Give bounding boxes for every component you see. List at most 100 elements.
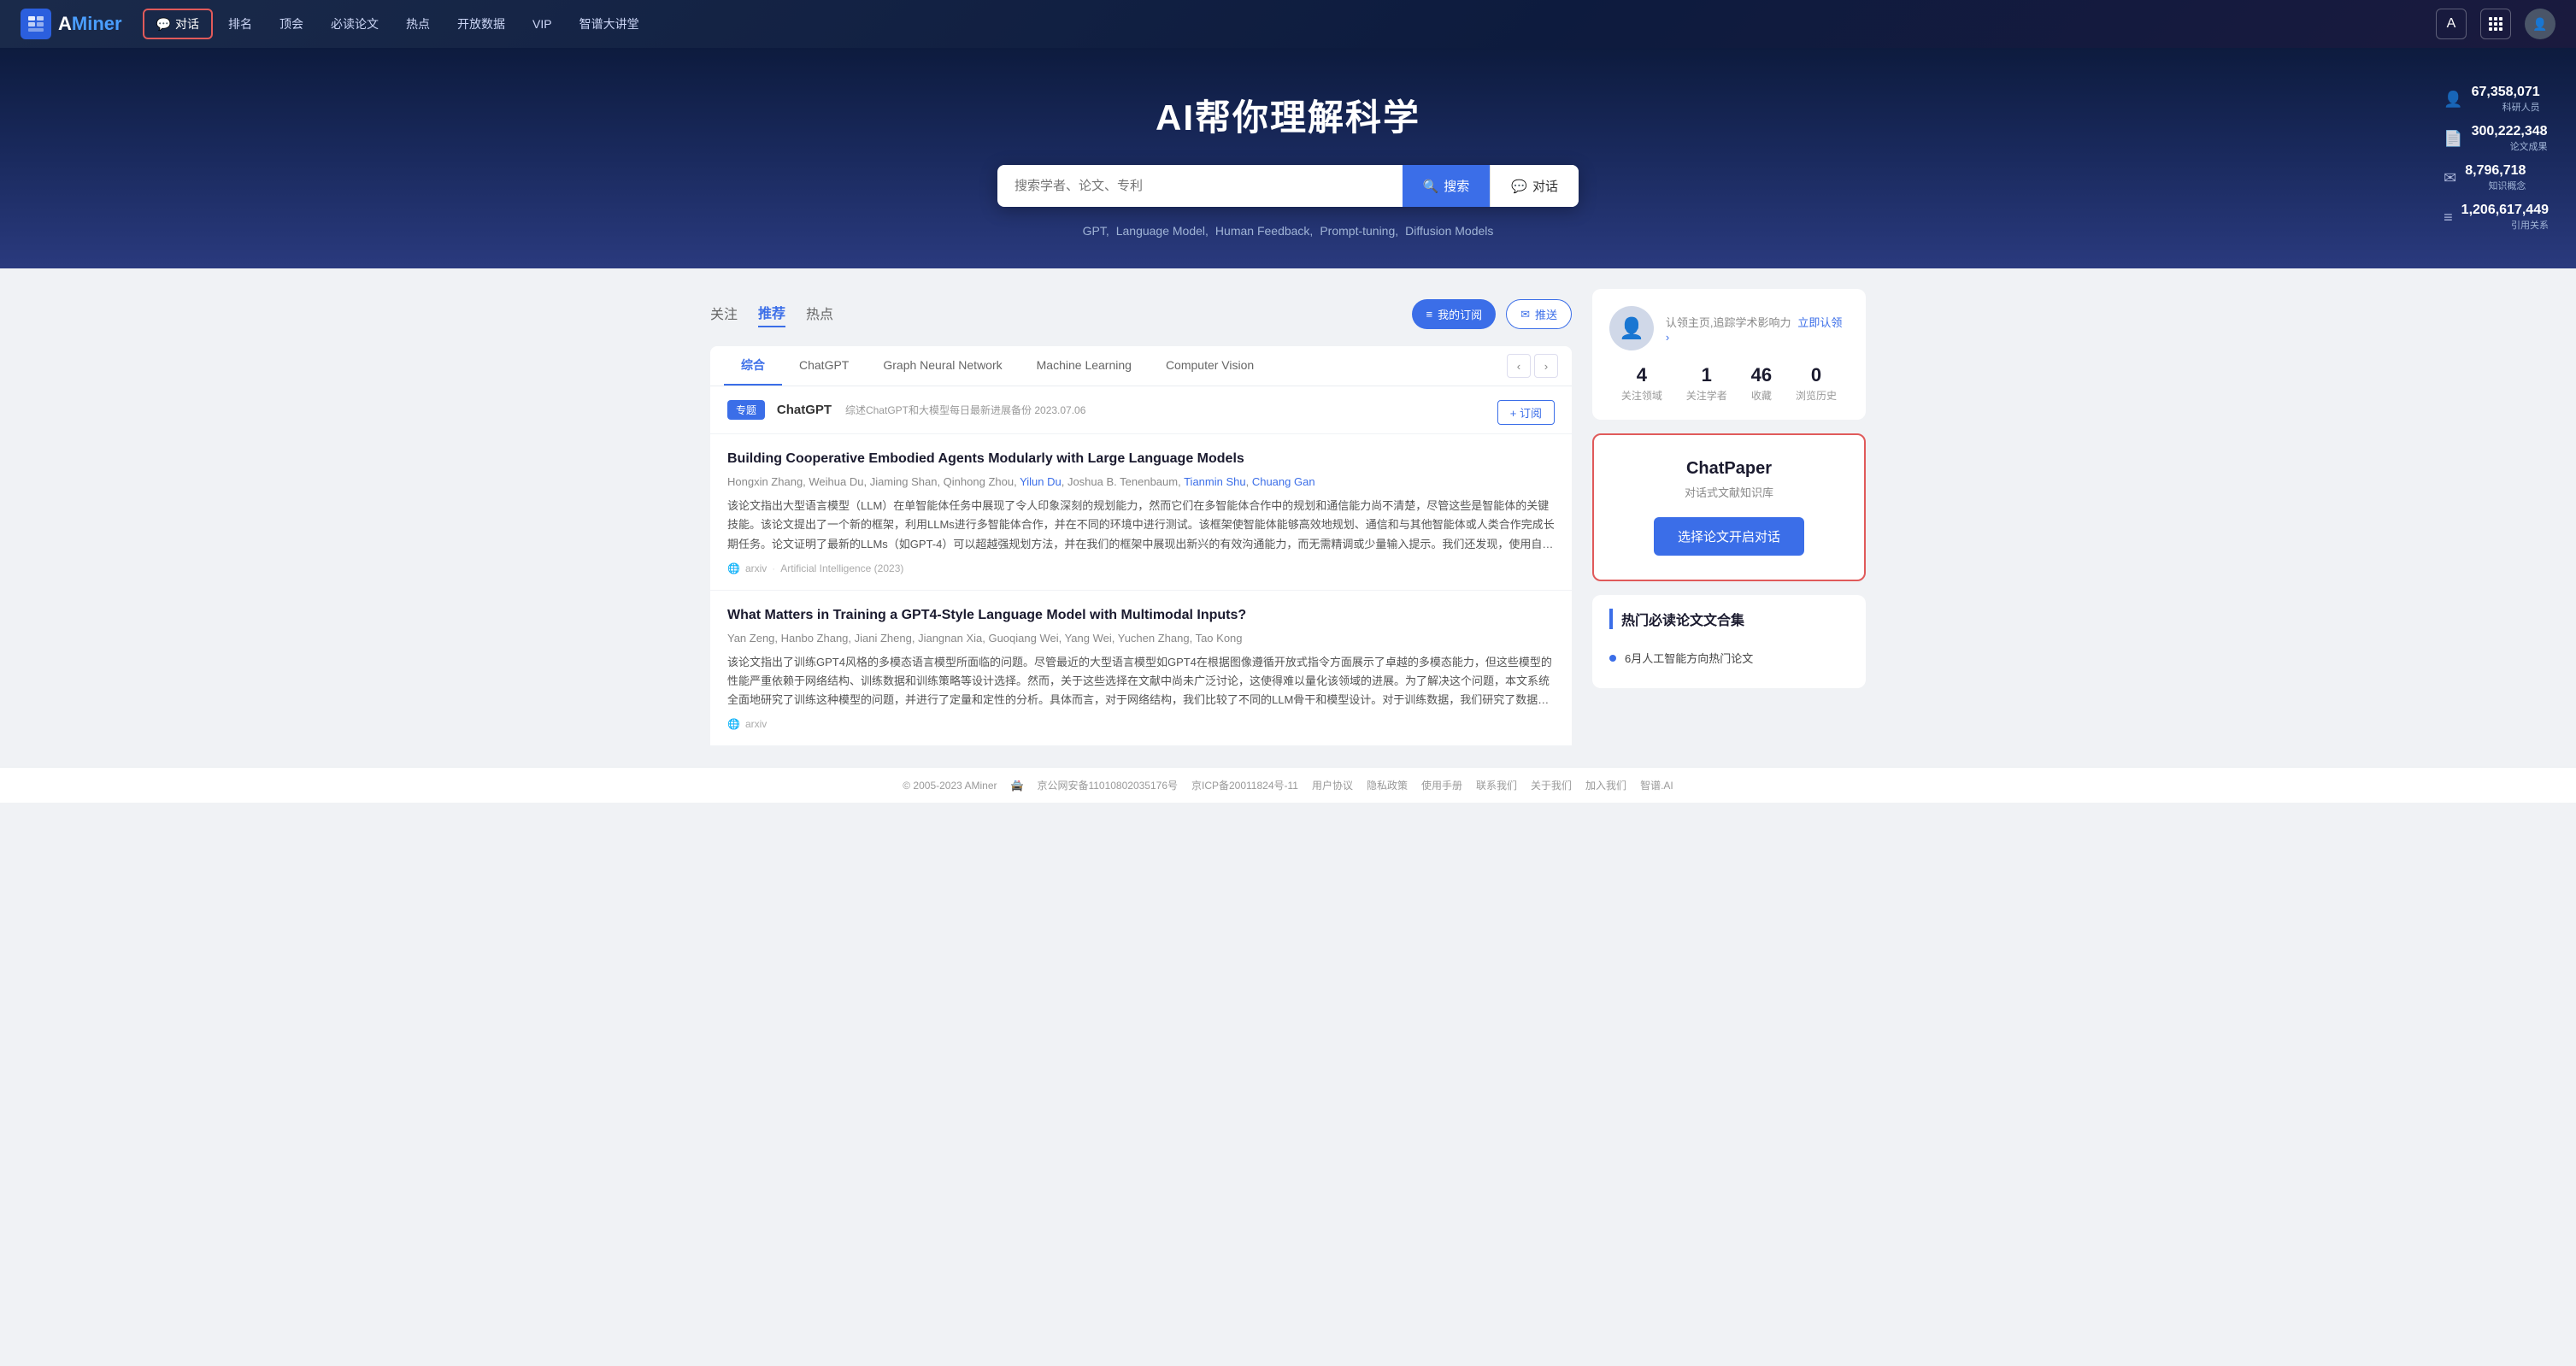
footer-manual[interactable]: 使用手册 <box>1421 778 1462 792</box>
footer-icp2[interactable]: 京ICP备20011824号-11 <box>1191 778 1298 792</box>
search-button[interactable]: 🔍 搜索 <box>1403 165 1491 207</box>
topic-title: ChatGPT <box>777 403 832 417</box>
hot-dot <box>1609 655 1616 662</box>
chatpaper-card: ChatPaper 对话式文献知识库 选择论文开启对话 <box>1592 433 1866 581</box>
user-avatar[interactable]: 👤 <box>2525 9 2555 39</box>
hot-papers-title: 热门必读论文文合集 <box>1609 609 1849 629</box>
stat-researchers: 👤 67,358,071 科研人员 <box>2444 85 2549 114</box>
tag-diffusion[interactable]: Diffusion Models <box>1405 224 1493 238</box>
cat-prev-button[interactable]: ‹ <box>1507 354 1531 378</box>
right-sidebar: 👤 认领主页,追踪学术影响力 立即认领 › 4 关注领域 1 关注学者 46 <box>1592 289 1866 746</box>
nav-item-zhipu[interactable]: 智谱大讲堂 <box>568 10 651 38</box>
feed-actions: ≡ 我的订阅 ✉ 推送 <box>1412 299 1572 329</box>
footer-zhipu[interactable]: 智谱.AI <box>1640 778 1673 792</box>
grid-icon <box>2489 17 2502 31</box>
avatar-placeholder-icon: 👤 <box>1619 316 1644 341</box>
researchers-icon: 👤 <box>2444 91 2462 109</box>
main-container: 关注 推荐 热点 ≡ 我的订阅 ✉ 推送 综合 ChatGPT Graph Ne… <box>690 268 1886 767</box>
footer: © 2005-2023 AMiner 🚔 京公网安备11010802035176… <box>0 767 2576 803</box>
concepts-icon: ✉ <box>2444 169 2456 187</box>
cat-tab-cv[interactable]: Computer Vision <box>1149 348 1271 384</box>
paper-abstract: 该论文指出大型语言模型（LLM）在单智能体任务中展现了令人印象深刻的规划能力，然… <box>727 497 1555 553</box>
nav-item-vip[interactable]: VIP <box>520 12 564 36</box>
globe-icon: 🌐 <box>727 718 740 730</box>
hero-tags: GPT, Language Model, Human Feedback, Pro… <box>17 224 2559 238</box>
paper-authors: Hongxin Zhang, Weihua Du, Jiaming Shan, … <box>727 475 1555 488</box>
tag-gpt[interactable]: GPT, <box>1083 224 1109 238</box>
translate-button[interactable]: A <box>2436 9 2467 39</box>
citations-icon: ≡ <box>2444 209 2453 227</box>
chat-nav-icon: 💬 <box>156 17 171 32</box>
footer-contact[interactable]: 联系我们 <box>1476 778 1517 792</box>
footer-user-agreement[interactable]: 用户协议 <box>1312 778 1353 792</box>
my-subscription-button[interactable]: ≡ 我的订阅 <box>1412 299 1496 329</box>
subscribe-topic-button[interactable]: + 订阅 <box>1497 400 1555 425</box>
profile-stats: 4 关注领域 1 关注学者 46 收藏 0 浏览历史 <box>1609 364 1849 403</box>
paper-item: What Matters in Training a GPT4-Style La… <box>710 591 1572 747</box>
push-icon: ✉ <box>1520 308 1530 321</box>
nav-item-chat[interactable]: 💬 对话 <box>143 9 213 39</box>
push-button[interactable]: ✉ 推送 <box>1506 299 1572 329</box>
tab-follow[interactable]: 关注 <box>710 303 738 327</box>
footer-privacy[interactable]: 隐私政策 <box>1367 778 1408 792</box>
header-right: A 👤 <box>2436 9 2555 39</box>
paper-meta: 🌐 arxiv · Artificial Intelligence (2023) <box>727 562 1555 574</box>
logo-icon <box>21 9 51 39</box>
stat-papers: 📄 300,222,348 论文成果 <box>2444 124 2549 153</box>
chat-search-button[interactable]: 💬 对话 <box>1490 165 1579 207</box>
globe-icon: 🌐 <box>727 562 740 574</box>
stat-follow-areas: 4 关注领域 <box>1621 364 1662 403</box>
cat-tab-gnn[interactable]: Graph Neural Network <box>866 348 1019 384</box>
stat-history: 0 浏览历史 <box>1796 364 1837 403</box>
footer-icp1[interactable]: 京公网安备11010802035176号 <box>1037 778 1178 792</box>
paper-abstract: 该论文指出了训练GPT4风格的多模态语言模型所面临的问题。尽管最近的大型语言模型… <box>727 653 1555 709</box>
tab-hot[interactable]: 热点 <box>806 303 833 327</box>
tag-language-model[interactable]: Language Model, <box>1116 224 1209 238</box>
nav-item-hot[interactable]: 热点 <box>394 10 442 38</box>
topic-section: + 订阅 专题 ChatGPT 综述ChatGPT和大模型每日最新进展备份 20… <box>710 386 1572 434</box>
search-bar: 🔍 搜索 💬 对话 <box>997 165 1579 207</box>
logo[interactable]: AMiner <box>21 9 122 39</box>
nav-item-open-data[interactable]: 开放数据 <box>445 10 517 38</box>
author-highlight-2[interactable]: Tianmin Shu <box>1184 475 1246 488</box>
papers-icon: 📄 <box>2444 130 2462 148</box>
hero-section: AI帮你理解科学 🔍 搜索 💬 对话 GPT, Language Model, … <box>0 48 2576 268</box>
paper-meta: 🌐 arxiv <box>727 718 1555 730</box>
avatar-icon: 👤 <box>2532 17 2547 32</box>
stat-follow-scholars: 1 关注学者 <box>1686 364 1727 403</box>
author-highlight-3[interactable]: Chuang Gan <box>1252 475 1315 488</box>
grid-menu-button[interactable] <box>2480 9 2511 39</box>
nav-item-must-read[interactable]: 必读论文 <box>319 10 391 38</box>
author-highlight-1[interactable]: Yilun Du <box>1020 475 1062 488</box>
chatpaper-open-button[interactable]: 选择论文开启对话 <box>1654 517 1804 556</box>
category-nav: ‹ › <box>1507 354 1558 378</box>
cat-tab-chatgpt[interactable]: ChatGPT <box>782 348 866 384</box>
stat-favorites: 46 收藏 <box>1751 364 1772 403</box>
hot-item[interactable]: 6月人工智能方向热门论文 <box>1609 641 1849 674</box>
paper-link[interactable]: What Matters in Training a GPT4-Style La… <box>727 608 1246 622</box>
stat-concepts: ✉ 8,796,718 知识概念 <box>2444 163 2549 192</box>
nav-item-conference[interactable]: 顶会 <box>268 10 315 38</box>
logo-text: AMiner <box>58 13 122 35</box>
profile-claim-area: 认领主页,追踪学术影响力 立即认领 › <box>1666 314 1849 344</box>
profile-card: 👤 认领主页,追踪学术影响力 立即认领 › 4 关注领域 1 关注学者 46 <box>1592 289 1866 420</box>
search-input[interactable] <box>997 167 1403 205</box>
paper-item: Building Cooperative Embodied Agents Mod… <box>710 434 1572 591</box>
profile-top: 👤 认领主页,追踪学术影响力 立即认领 › <box>1609 306 1849 350</box>
subscription-icon: ≡ <box>1426 308 1432 321</box>
cat-next-button[interactable]: › <box>1534 354 1558 378</box>
paper-authors: Yan Zeng, Hanbo Zhang, Jiani Zheng, Jian… <box>727 632 1555 645</box>
hot-papers-section: 热门必读论文文合集 6月人工智能方向热门论文 <box>1592 595 1866 688</box>
stats-panel: 👤 67,358,071 科研人员 📄 300,222,348 论文成果 ✉ 8… <box>2444 85 2549 232</box>
nav-item-rank[interactable]: 排名 <box>216 10 264 38</box>
cat-tab-ml[interactable]: Machine Learning <box>1020 348 1149 384</box>
tag-human-feedback[interactable]: Human Feedback, <box>1215 224 1313 238</box>
cat-tab-all[interactable]: 综合 <box>724 346 782 386</box>
footer-about[interactable]: 关于我们 <box>1531 778 1572 792</box>
paper-link[interactable]: Building Cooperative Embodied Agents Mod… <box>727 451 1244 466</box>
tab-recommend[interactable]: 推荐 <box>758 302 785 327</box>
header: AMiner 💬 对话 排名 顶会 必读论文 热点 开放数据 VIP 智谱大讲堂… <box>0 0 2576 48</box>
footer-join[interactable]: 加入我们 <box>1585 778 1626 792</box>
tag-prompt-tuning[interactable]: Prompt-tuning, <box>1320 224 1398 238</box>
paper-title: Building Cooperative Embodied Agents Mod… <box>727 450 1555 468</box>
